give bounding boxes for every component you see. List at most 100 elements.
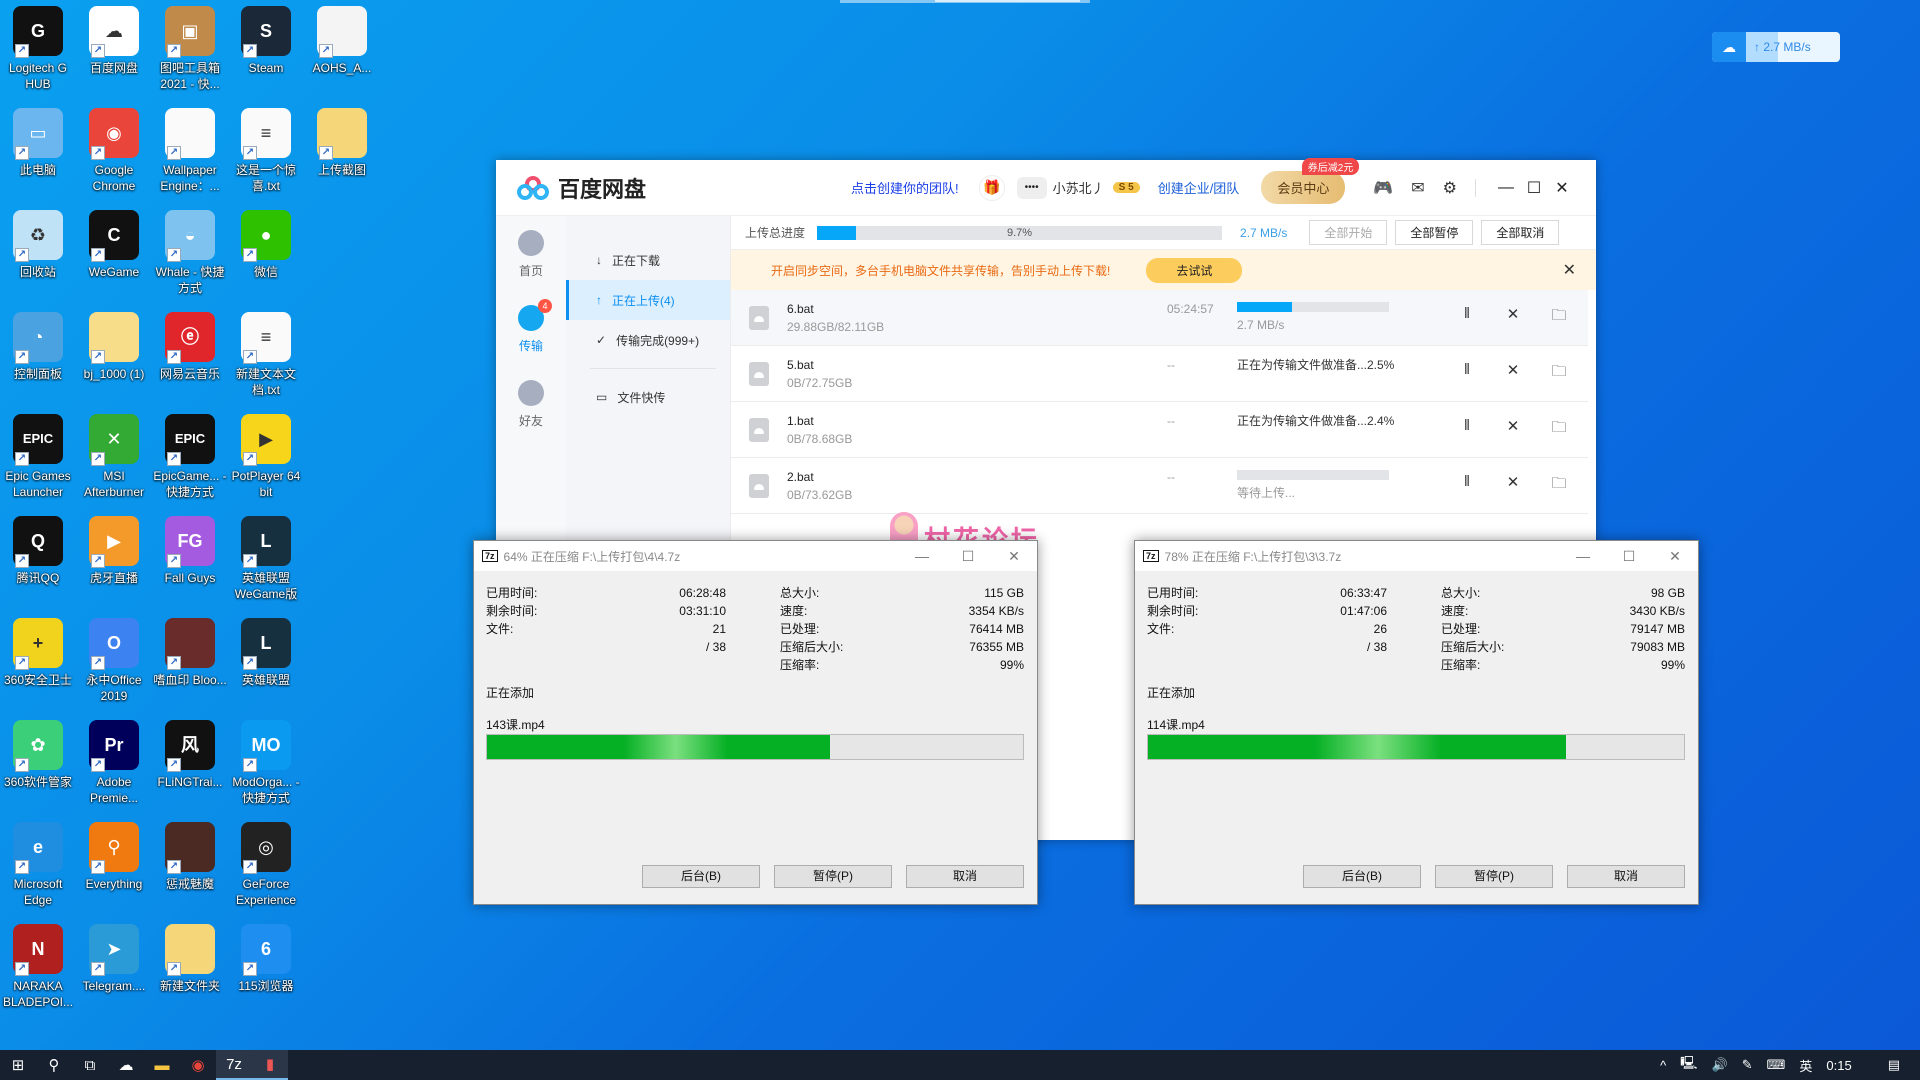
- pen-icon[interactable]: ✎: [1742, 1057, 1753, 1073]
- desktop-icon[interactable]: L ↗ 英雄联盟 WeGame版: [228, 510, 304, 602]
- desktop-icon[interactable]: C ↗ WeGame: [76, 204, 152, 280]
- cancel-icon[interactable]: ✕: [1505, 361, 1521, 386]
- pause-icon[interactable]: ǁ: [1459, 361, 1475, 386]
- notification-icon[interactable]: ▤: [1888, 1057, 1900, 1073]
- maximize-button[interactable]: ☐: [1520, 178, 1548, 198]
- taskbar-app-icon[interactable]: ▮: [252, 1050, 288, 1080]
- desktop-icon[interactable]: ▣ ↗ 图吧工具箱 2021 - 快...: [152, 0, 228, 92]
- desktop-icon[interactable]: ● ↗ 微信: [228, 204, 304, 280]
- desktop-icon[interactable]: ⚲ ↗ Everything: [76, 816, 152, 892]
- desktop-icon[interactable]: Q ↗ 腾讯QQ: [0, 510, 76, 586]
- pause-all-button[interactable]: 全部暂停: [1395, 220, 1474, 245]
- chevron-up-icon[interactable]: ^: [1660, 1058, 1666, 1073]
- member-center-button[interactable]: 会员中心 券后减2元: [1261, 158, 1360, 204]
- clock[interactable]: 0:15: [1826, 1058, 1851, 1073]
- pause-icon[interactable]: ǁ: [1459, 417, 1475, 442]
- volume-icon[interactable]: 🔊: [1712, 1057, 1728, 1073]
- side-uploading[interactable]: ↑ 正在上传(4): [566, 280, 730, 320]
- gift-icon[interactable]: 🎁: [978, 174, 1005, 201]
- cancel-all-button[interactable]: 全部取消: [1481, 220, 1560, 245]
- desktop-icon[interactable]: G ↗ Logitech G HUB: [0, 0, 76, 92]
- desktop-icon[interactable]: ◎ ↗ GeForce Experience: [228, 816, 304, 908]
- mail-icon[interactable]: ✉: [1411, 178, 1424, 198]
- close-button[interactable]: ✕: [991, 548, 1037, 565]
- desktop-icon[interactable]: ≡ ↗ 新建文本文档.txt: [228, 306, 304, 398]
- taskbar-baidu-icon[interactable]: ☁: [108, 1050, 144, 1080]
- background-button[interactable]: 后台(B): [642, 865, 760, 888]
- taskbar-7zip-icon[interactable]: 7z: [216, 1050, 252, 1080]
- desktop-icon[interactable]: ↗ 惩戒魅魔: [152, 816, 228, 892]
- try-button[interactable]: 去试试: [1146, 257, 1243, 283]
- desktop-icon[interactable]: EPIC ↗ Epic Games Launcher: [0, 408, 76, 500]
- upload-row[interactable]: 6.bat 29.88GB/82.11GB 05:24:57 2.7 MB/s ǁ…: [731, 290, 1588, 346]
- nav-home[interactable]: 首页: [518, 230, 544, 279]
- desktop-icon[interactable]: ↗ 新建文件夹: [152, 918, 228, 994]
- pause-icon[interactable]: ǁ: [1459, 305, 1475, 330]
- username[interactable]: 小苏北丿: [1053, 178, 1105, 197]
- minimize-button[interactable]: —: [1492, 179, 1520, 197]
- taskbar-explorer-icon[interactable]: ▬: [144, 1050, 180, 1080]
- banner-close-icon[interactable]: ✕: [1563, 260, 1576, 280]
- desktop-icon[interactable]: ♻ ↗ 回收站: [0, 204, 76, 280]
- close-button[interactable]: ✕: [1548, 178, 1576, 198]
- desktop-icon[interactable]: 6 ↗ 115浏览器: [228, 918, 304, 994]
- desktop-icon[interactable]: ▭ ↗ 此电脑: [0, 102, 76, 178]
- desktop-icon[interactable]: ≡ ↗ 这是一个惊喜.txt: [228, 102, 304, 194]
- desktop-icon[interactable]: Pr ↗ Adobe Premie...: [76, 714, 152, 806]
- desktop-icon[interactable]: ☁ ↗ 百度网盘: [76, 0, 152, 76]
- search-icon[interactable]: ⚲: [36, 1050, 72, 1080]
- pause-button[interactable]: 暂停(P): [1435, 865, 1553, 888]
- folder-icon[interactable]: 🗀: [1551, 361, 1567, 386]
- ime-indicator[interactable]: 英: [1799, 1056, 1812, 1075]
- maximize-button[interactable]: ☐: [945, 548, 991, 565]
- close-button[interactable]: ✕: [1652, 548, 1698, 565]
- desktop-icon[interactable]: ↗ 上传截图: [304, 102, 380, 178]
- desktop-icon[interactable]: ▶ ↗ 虎牙直播: [76, 510, 152, 586]
- side-downloading[interactable]: ↓ 正在下载: [566, 240, 730, 280]
- folder-icon[interactable]: 🗀: [1551, 417, 1567, 442]
- avatar[interactable]: ••••: [1016, 176, 1047, 199]
- taskbar-chrome-icon[interactable]: ◉: [180, 1050, 216, 1080]
- background-button[interactable]: 后台(B): [1303, 865, 1421, 888]
- desktop-icon[interactable]: EPIC ↗ EpicGame... - 快捷方式: [152, 408, 228, 500]
- side-completed[interactable]: ✓ 传输完成(999+): [566, 320, 730, 360]
- desktop-icon[interactable]: MO ↗ ModOrga... - 快捷方式: [228, 714, 304, 806]
- upload-row[interactable]: 5.bat 0B/72.75GB -- 正在为传输文件做准备...2.5% ǁ ✕ 🗀: [731, 346, 1588, 402]
- start-all-button[interactable]: 全部开始: [1309, 220, 1388, 245]
- network-icon[interactable]: 🖳: [1680, 1054, 1697, 1076]
- nav-transfer[interactable]: 4 传输: [518, 299, 552, 354]
- desktop-icon[interactable]: ▶ ↗ PotPlayer 64 bit: [228, 408, 304, 500]
- cancel-icon[interactable]: ✕: [1505, 305, 1521, 330]
- minimize-button[interactable]: —: [1560, 548, 1606, 565]
- settings-icon[interactable]: ⚙: [1443, 178, 1457, 198]
- desktop-icon[interactable]: O ↗ 永中Office 2019: [76, 612, 152, 704]
- enterprise-link[interactable]: 创建企业/团队: [1158, 178, 1240, 197]
- desktop-icon[interactable]: ↗ 嗜血印 Bloo...: [152, 612, 228, 688]
- desktop-icon[interactable]: ⓔ ↗ 网易云音乐: [152, 306, 228, 382]
- desktop-icon[interactable]: ➤ ↗ Telegram....: [76, 918, 152, 994]
- gamepad-icon[interactable]: 🎮: [1373, 178, 1393, 198]
- desktop-icon[interactable]: ✿ ↗ 360软件管家: [0, 714, 76, 790]
- desktop-icon[interactable]: ◉ ↗ Google Chrome: [76, 102, 152, 194]
- desktop-icon[interactable]: e ↗ Microsoft Edge: [0, 816, 76, 908]
- cancel-icon[interactable]: ✕: [1505, 473, 1521, 498]
- keyboard-icon[interactable]: ⌨: [1767, 1057, 1786, 1073]
- minimize-button[interactable]: —: [899, 548, 945, 565]
- folder-icon[interactable]: 🗀: [1551, 305, 1567, 330]
- upload-row[interactable]: 2.bat 0B/73.62GB -- 等待上传... ǁ ✕ 🗀: [731, 458, 1588, 514]
- desktop-icon[interactable]: ↗ AOHS_A...: [304, 0, 380, 76]
- desktop-icon[interactable]: 风 ↗ FLiNGTrai...: [152, 714, 228, 790]
- desktop-icon[interactable]: ↗ bj_1000 (1): [76, 306, 152, 382]
- cancel-button[interactable]: 取消: [1567, 865, 1685, 888]
- cancel-button[interactable]: 取消: [906, 865, 1024, 888]
- desktop-icon[interactable]: FG ↗ Fall Guys: [152, 510, 228, 586]
- desktop-icon[interactable]: ◒ ↗ Whale - 快捷方式: [152, 204, 228, 296]
- maximize-button[interactable]: ☐: [1606, 548, 1652, 565]
- desktop-icon[interactable]: N ↗ NARAKA BLADEPOI...: [0, 918, 76, 1010]
- nav-friends[interactable]: 好友: [518, 380, 544, 429]
- task-view-icon[interactable]: ⧉: [72, 1050, 108, 1080]
- upload-row[interactable]: 1.bat 0B/78.68GB -- 正在为传输文件做准备...2.4% ǁ ✕ 🗀: [731, 402, 1588, 458]
- desktop-icon[interactable]: ✕ ↗ MSI Afterburner: [76, 408, 152, 500]
- desktop-icon[interactable]: ◔ ↗ 控制面板: [0, 306, 76, 382]
- start-button[interactable]: ⊞: [0, 1050, 36, 1080]
